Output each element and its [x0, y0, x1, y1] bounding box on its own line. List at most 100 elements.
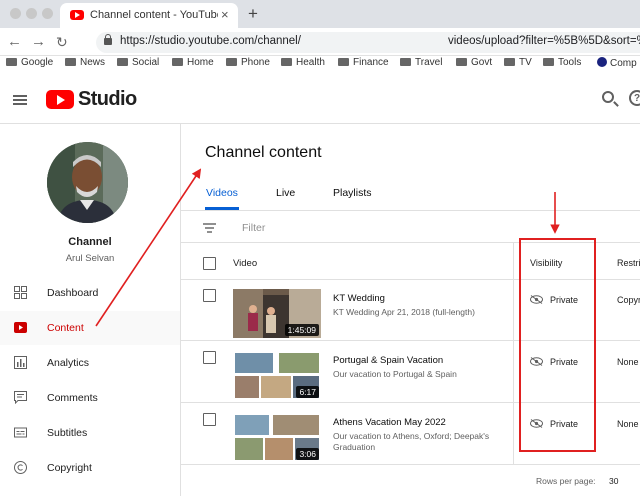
menu-icon[interactable]: [13, 95, 27, 105]
video-title[interactable]: Athens Vacation May 2022: [333, 417, 446, 428]
folder-icon: [117, 58, 128, 66]
address-bar-row: ← → ↻ https://studio.youtube.com/channel…: [0, 28, 640, 56]
lock-icon: [104, 34, 112, 45]
row-checkbox[interactable]: [203, 351, 216, 364]
bookmark-phone[interactable]: Phone: [226, 57, 270, 68]
url-text-tail: videos/upload?filter=%5B%5D&sort=%7: [448, 35, 640, 47]
back-arrow-icon[interactable]: ←: [7, 33, 22, 50]
avatar-image: [47, 142, 128, 223]
sidebar-item-subtitles[interactable]: Subtitles: [0, 416, 180, 450]
channel-title: Channel: [68, 236, 112, 248]
close-window-button[interactable]: [10, 8, 21, 19]
comments-icon: [14, 391, 27, 404]
avatar[interactable]: [47, 142, 128, 223]
duration-badge: 1:45:09: [284, 324, 319, 336]
video-description: KT Wedding Apr 21, 2018 (full-length): [333, 307, 475, 317]
help-icon[interactable]: ?: [629, 90, 640, 106]
bookmark-social[interactable]: Social: [117, 57, 159, 68]
restrictions-value: None: [617, 419, 639, 429]
maximize-window-button[interactable]: [42, 8, 53, 19]
bookmark-home[interactable]: Home: [172, 57, 214, 68]
video-title[interactable]: Portugal & Spain Vacation: [333, 355, 443, 366]
minimize-window-button[interactable]: [26, 8, 37, 19]
folder-icon: [6, 58, 17, 66]
row-checkbox[interactable]: [203, 413, 216, 426]
bookmark-govt[interactable]: Govt: [456, 57, 492, 68]
bookmark-tv[interactable]: TV: [504, 57, 532, 68]
folder-icon: [504, 58, 515, 66]
duration-badge: 3:06: [296, 448, 319, 460]
subtitles-icon: [14, 427, 27, 438]
column-header-restrictions[interactable]: Restri: [617, 258, 640, 268]
analytics-icon: [14, 356, 27, 369]
folder-icon: [400, 58, 411, 66]
site-icon: [597, 57, 607, 67]
tab-title: Channel content - YouTube Studio: [90, 9, 218, 21]
tab-live[interactable]: Live: [276, 187, 295, 199]
tab-divider: [181, 210, 640, 211]
reload-icon[interactable]: ↻: [56, 34, 68, 51]
bookmark-travel[interactable]: Travel: [400, 57, 442, 68]
bookmark-health[interactable]: Health: [281, 57, 325, 68]
dashboard-icon: [14, 286, 27, 299]
bookmark-tools[interactable]: Tools: [543, 57, 581, 68]
folder-icon: [226, 58, 237, 66]
video-thumbnail[interactable]: 3:06: [233, 413, 321, 462]
rows-per-page-label: Rows per page:: [536, 476, 596, 486]
url-text: https://studio.youtube.com/channel/: [120, 35, 301, 47]
sidebar-item-comments[interactable]: Comments: [0, 381, 180, 415]
youtube-logo-icon[interactable]: [46, 90, 74, 109]
bookmark-google[interactable]: Google: [6, 57, 53, 68]
copyright-icon: [14, 461, 27, 474]
pagination-footer: Rows per page: 30: [181, 464, 640, 496]
sidebar-item-dashboard[interactable]: Dashboard: [0, 276, 180, 310]
sidebar: Channel Arul Selvan Dashboard Content An…: [0, 124, 181, 496]
restrictions-value: None: [617, 357, 639, 367]
youtube-favicon-icon: [70, 10, 84, 20]
folder-icon: [338, 58, 349, 66]
search-icon[interactable]: [602, 91, 614, 103]
bookmarks-bar: Google News Social Home Phone Health Fin…: [0, 56, 640, 72]
content-icon: [14, 322, 27, 333]
forward-arrow-icon[interactable]: →: [31, 33, 46, 50]
select-all-checkbox[interactable]: [203, 257, 216, 270]
sidebar-item-label: Dashboard: [47, 287, 99, 299]
studio-header: Studio ?: [0, 72, 640, 124]
annotation-highlight-box: [519, 238, 596, 452]
folder-icon: [281, 58, 292, 66]
filter-icon[interactable]: [203, 223, 216, 233]
row-checkbox[interactable]: [203, 289, 216, 302]
duration-badge: 6:17: [296, 386, 319, 398]
studio-wordmark[interactable]: Studio: [78, 88, 137, 111]
folder-icon: [172, 58, 183, 66]
video-description: Our vacation to Athens, Oxford; Deepak's…: [333, 431, 490, 452]
tab-close-icon[interactable]: ×: [221, 7, 229, 22]
column-header-video[interactable]: Video: [233, 258, 257, 269]
tab-videos[interactable]: Videos: [206, 187, 238, 199]
folder-icon: [65, 58, 76, 66]
bookmark-finance[interactable]: Finance: [338, 57, 389, 68]
video-thumbnail[interactable]: 1:45:09: [233, 289, 321, 338]
video-title[interactable]: KT Wedding: [333, 293, 385, 304]
channel-name: Arul Selvan: [65, 253, 115, 264]
page-title: Channel content: [205, 144, 322, 161]
url-field[interactable]: https://studio.youtube.com/channel/ vide…: [96, 32, 640, 53]
bookmark-comp[interactable]: Comp: [597, 57, 637, 69]
new-tab-button[interactable]: +: [248, 4, 258, 24]
filter-input[interactable]: Filter: [242, 222, 265, 234]
sidebar-item-label: Content: [47, 322, 84, 334]
bookmark-news[interactable]: News: [65, 57, 105, 68]
video-thumbnail[interactable]: 6:17: [233, 351, 321, 400]
sidebar-item-label: Subtitles: [47, 427, 88, 439]
sidebar-item-label: Analytics: [47, 357, 90, 369]
browser-tab[interactable]: Channel content - YouTube Studio ×: [60, 3, 238, 28]
sidebar-item-label: Copyright: [47, 462, 92, 474]
rows-per-page-select[interactable]: 30: [609, 476, 618, 486]
restrictions-value: Copyri: [617, 295, 640, 305]
sidebar-item-copyright[interactable]: Copyright: [0, 451, 180, 485]
sidebar-item-content[interactable]: Content: [0, 311, 180, 345]
video-description: Our vacation to Portugal & Spain: [333, 369, 457, 379]
sidebar-item-label: Comments: [47, 392, 98, 404]
tab-playlists[interactable]: Playlists: [333, 187, 372, 199]
sidebar-item-analytics[interactable]: Analytics: [0, 346, 180, 380]
